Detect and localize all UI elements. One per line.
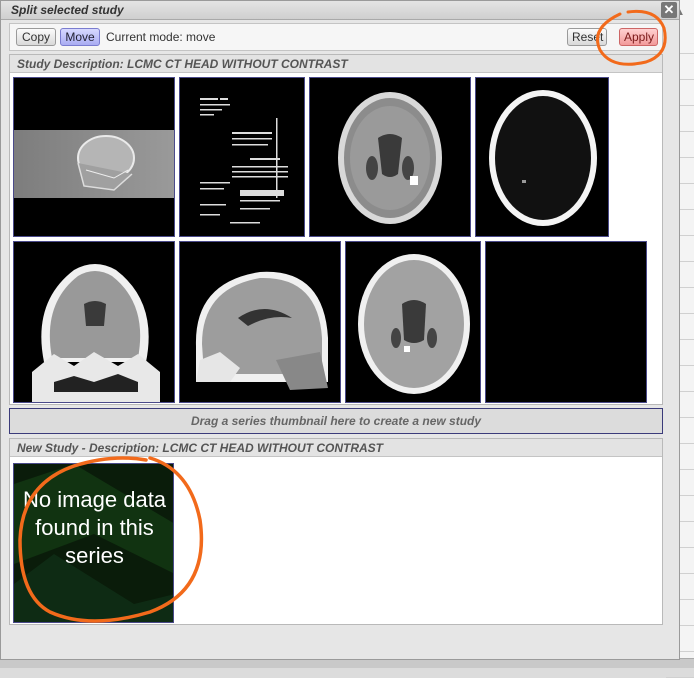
axial-brain-image-2 (358, 254, 470, 394)
dialog-title: Split selected study (11, 3, 124, 17)
series-thumbnail[interactable] (179, 77, 305, 237)
new-study-panel: New Study - Description: LCMC CT HEAD WI… (9, 438, 663, 625)
dialog-titlebar[interactable]: Split selected study ✕ (1, 1, 679, 20)
new-study-label: New Study - (17, 441, 90, 455)
apply-button[interactable]: Apply (619, 28, 658, 46)
series-thumbnail-no-image[interactable]: No image data found in this series (13, 463, 174, 623)
toolbar: Copy Move Current mode: move Reset Apply (9, 23, 663, 51)
series-thumbnail[interactable] (13, 241, 175, 403)
series-thumbnail[interactable] (475, 77, 609, 237)
reset-button[interactable]: Reset (567, 28, 607, 46)
dose-report-image (200, 98, 288, 224)
axial-bone-image (489, 90, 597, 226)
scout-image (14, 130, 174, 198)
split-study-dialog: Split selected study ✕ Copy Move Current… (0, 0, 680, 660)
series-thumbnail[interactable] (345, 241, 481, 403)
series-thumbnail[interactable] (13, 77, 175, 237)
current-mode-text: Current mode: move (106, 30, 216, 44)
coronal-brain-image (32, 264, 160, 402)
copy-button[interactable]: Copy (16, 28, 56, 46)
new-study-header: New Study - Description: LCMC CT HEAD WI… (10, 439, 662, 457)
sagittal-brain-image (195, 271, 328, 390)
series-thumbnail[interactable] (179, 241, 341, 403)
study-series-panel: Study Description: LCMC CT HEAD WITHOUT … (9, 54, 663, 405)
series-thumbnail[interactable] (309, 77, 471, 237)
close-icon[interactable]: ✕ (661, 2, 677, 18)
study-description-header: Study Description: LCMC CT HEAD WITHOUT … (10, 55, 662, 73)
series-thumbnail[interactable] (485, 241, 647, 403)
axial-brain-image (338, 92, 442, 224)
new-study-description: Description: LCMC CT HEAD WITHOUT CONTRA… (89, 441, 383, 455)
new-study-dropzone[interactable]: Drag a series thumbnail here to create a… (9, 408, 663, 434)
no-image-message: No image data found in this series (22, 487, 167, 568)
move-button[interactable]: Move (60, 28, 100, 46)
